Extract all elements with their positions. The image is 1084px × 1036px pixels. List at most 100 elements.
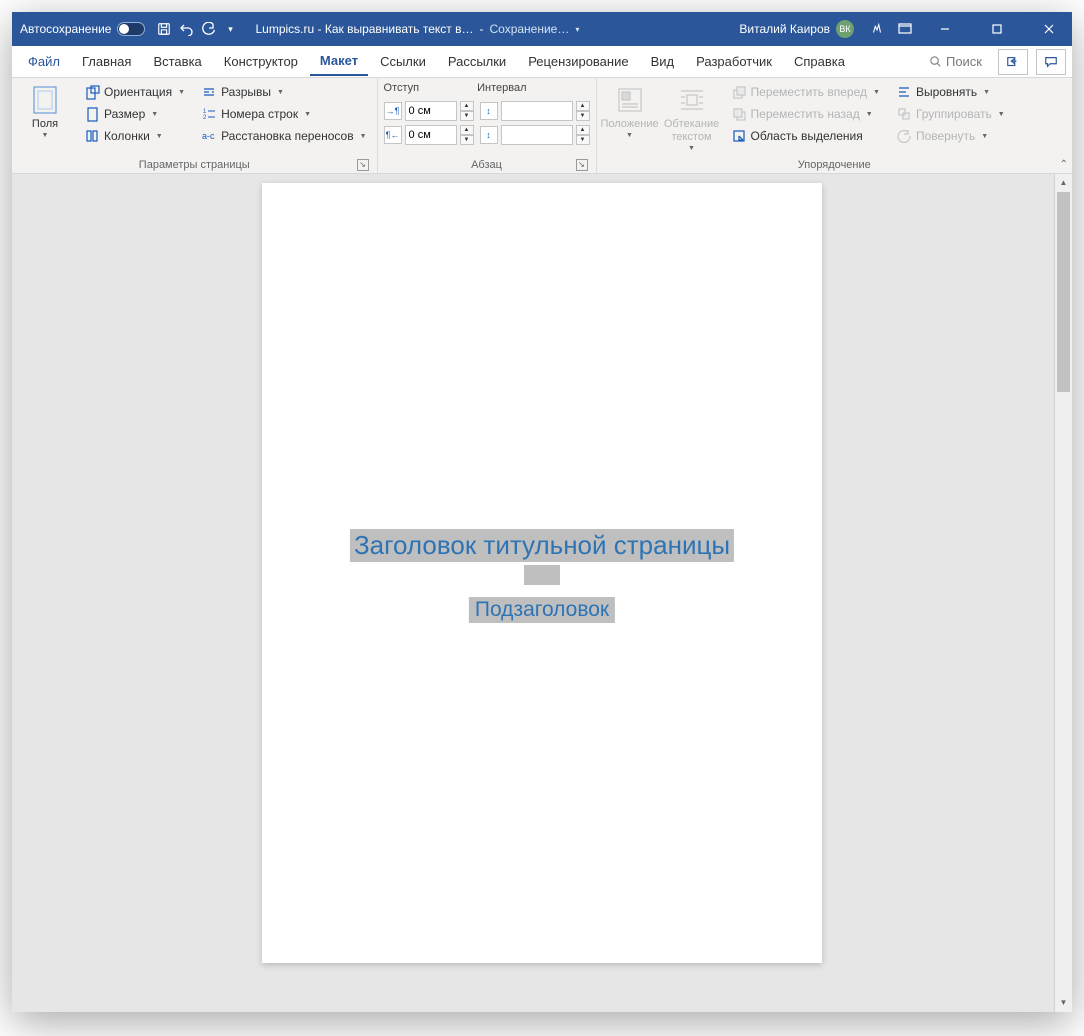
indent-right-icon: ¶← [384,126,402,144]
spacing-after-spinner[interactable]: ↕ ▲▼ [480,125,590,145]
group-objects-button: Группировать▼ [892,104,1009,124]
align-button[interactable]: Выровнять▼ [892,82,1009,102]
chevron-down-icon: ▼ [688,145,695,152]
tab-file[interactable]: Файл [18,48,70,75]
tab-home[interactable]: Главная [72,48,141,75]
send-backward-icon [731,106,747,122]
scroll-down-arrow[interactable]: ▼ [1055,994,1072,1012]
group-paragraph: Отступ Интервал →¶ ▲▼ ↕ ▲▼ [378,78,597,173]
qat-customize-icon[interactable]: ▾ [219,18,241,40]
tab-layout[interactable]: Макет [310,47,368,76]
undo-icon[interactable] [175,18,197,40]
spinner-down[interactable]: ▼ [576,135,590,145]
tab-references[interactable]: Ссылки [370,48,436,75]
group-label-page-setup: Параметры страницы ↘ [18,157,371,173]
hyphenation-button[interactable]: a-c Расстановка переносов▼ [197,126,370,146]
subtitle-text[interactable]: Подзаголовок [469,597,615,623]
spacing-after-input[interactable] [501,125,573,145]
breaks-button[interactable]: Разрывы▼ [197,82,370,102]
ribbon-tabs: Файл Главная Вставка Конструктор Макет С… [12,46,1072,78]
spinner-up[interactable]: ▲ [460,125,474,135]
selection-pane-icon [731,128,747,144]
page[interactable]: Заголовок титульной страницы Подзаголово… [262,183,822,963]
margins-button[interactable]: Поля ▼ [18,82,72,141]
spinner-up[interactable]: ▲ [576,125,590,135]
tab-developer[interactable]: Разработчик [686,48,782,75]
spinner-up[interactable]: ▲ [576,101,590,111]
tab-view[interactable]: Вид [641,48,685,75]
group-icon [896,106,912,122]
tab-mailings[interactable]: Рассылки [438,48,516,75]
comments-button[interactable] [1036,49,1066,75]
save-status: Сохранение… [490,22,570,36]
breaks-icon [201,84,217,100]
indent-right-input[interactable] [405,125,457,145]
group-label-paragraph: Абзац ↘ [384,157,590,173]
autosave-label: Автосохранение [20,22,111,36]
wrap-text-button: Обтекание текстом ▼ [665,82,719,154]
chevron-down-icon: ▼ [42,132,49,139]
position-button: Положение ▼ [603,82,657,141]
indent-left-input[interactable] [405,101,457,121]
indent-right-spinner[interactable]: ¶← ▲▼ [384,125,474,145]
close-button[interactable] [1026,12,1072,46]
size-icon [84,106,100,122]
rotate-button: Повернуть▼ [892,126,1009,146]
empty-paragraph-selection[interactable] [524,565,560,585]
autosave-toggle[interactable] [117,22,145,36]
columns-button[interactable]: Колонки▼ [80,126,189,146]
scroll-thumb[interactable] [1057,192,1070,392]
titlebar: Автосохранение ▾ Lumpics.ru - Как выравн… [12,12,1072,46]
spacing-after-icon: ↕ [480,126,498,144]
page-setup-launcher[interactable]: ↘ [357,159,369,171]
paragraph-launcher[interactable]: ↘ [576,159,588,171]
bring-forward-button: Переместить вперед▼ [727,82,884,102]
columns-icon [84,128,100,144]
avatar[interactable]: ВК [836,20,854,38]
minimize-button[interactable] [922,12,968,46]
spacing-before-input[interactable] [501,101,573,121]
group-label-arrange: Упорядочение [603,157,1066,173]
save-icon[interactable] [153,18,175,40]
tab-review[interactable]: Рецензирование [518,48,638,75]
share-button[interactable] [998,49,1028,75]
bring-forward-icon [731,84,747,100]
svg-text:2: 2 [203,115,207,121]
redo-icon[interactable] [197,18,219,40]
hyphenation-icon: a-c [201,128,217,144]
user-name: Виталий Каиров [739,22,830,36]
tab-insert[interactable]: Вставка [143,48,211,75]
maximize-button[interactable] [974,12,1020,46]
spacing-before-icon: ↕ [480,102,498,120]
orientation-button[interactable]: Ориентация▼ [80,82,189,102]
spinner-up[interactable]: ▲ [460,101,474,111]
spacing-before-spinner[interactable]: ↕ ▲▼ [480,101,590,121]
search-box[interactable]: Поиск [921,50,990,73]
svg-text:a-c: a-c [202,131,215,141]
tab-design[interactable]: Конструктор [214,48,308,75]
spinner-down[interactable]: ▼ [460,135,474,145]
coming-soon-icon[interactable] [866,18,888,40]
scroll-up-arrow[interactable]: ▲ [1055,174,1072,192]
document-canvas[interactable]: Заголовок титульной страницы Подзаголово… [12,174,1072,1012]
search-label: Поиск [946,54,982,69]
vertical-scrollbar[interactable]: ▲ ▼ [1054,174,1072,1012]
collapse-ribbon-icon[interactable]: ⌃ [1060,159,1068,170]
indent-left-spinner[interactable]: →¶ ▲▼ [384,101,474,121]
send-backward-button: Переместить назад▼ [727,104,884,124]
orientation-icon [84,84,100,100]
spinner-down[interactable]: ▼ [460,111,474,121]
line-numbers-button[interactable]: 12 Номера строк▼ [197,104,370,124]
spacing-header: Интервал [477,82,526,94]
spinner-down[interactable]: ▼ [576,111,590,121]
indent-left-icon: →¶ [384,102,402,120]
tab-help[interactable]: Справка [784,48,855,75]
document-title: Lumpics.ru - Как выравнивать текст в… [255,22,473,36]
word-window: Автосохранение ▾ Lumpics.ru - Как выравн… [12,12,1072,1012]
selection-pane-button[interactable]: Область выделения [727,126,884,146]
ribbon-display-icon[interactable] [894,18,916,40]
group-page-setup: Поля ▼ Ориентация▼ Размер▼ Колонки▼ [12,78,378,173]
size-button[interactable]: Размер▼ [80,104,189,124]
align-icon [896,84,912,100]
title-text[interactable]: Заголовок титульной страницы [350,529,734,562]
